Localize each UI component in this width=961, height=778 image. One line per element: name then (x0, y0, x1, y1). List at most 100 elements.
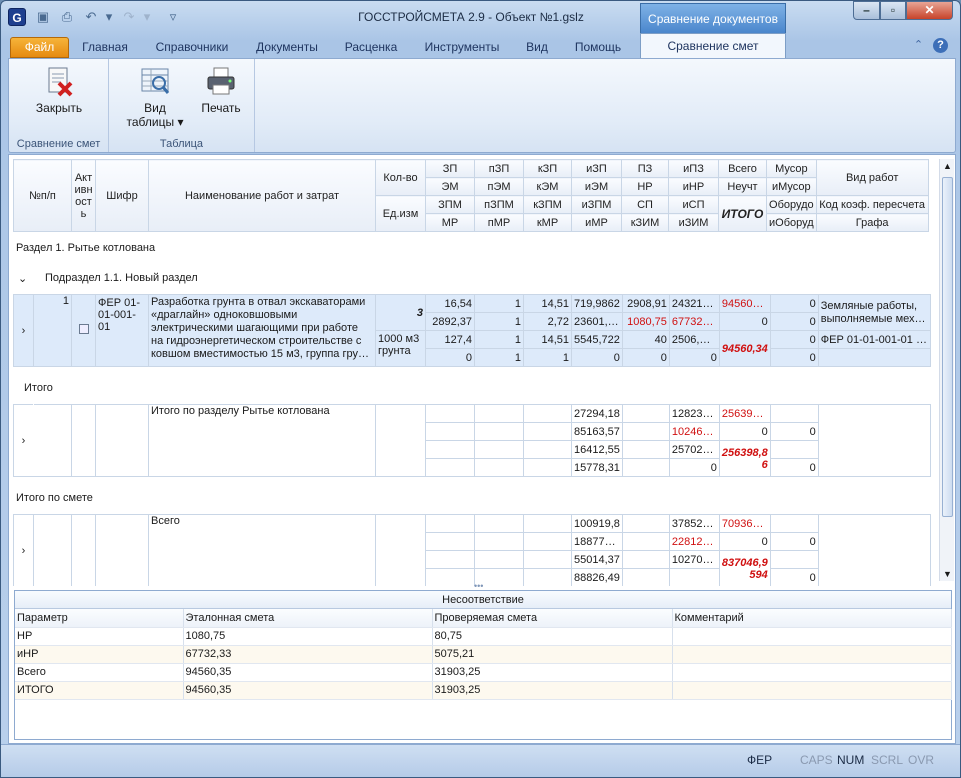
minimize-button[interactable]: – (853, 1, 880, 20)
scroll-down-icon[interactable]: ▼ (943, 569, 952, 579)
col-header[interactable]: ПЗ (621, 159, 669, 178)
tab-compare-estimates[interactable]: Сравнение смет (640, 33, 786, 58)
close-window-button[interactable]: ✕ (906, 1, 953, 20)
estimate-row-1[interactable]: › 1 ФЕР 01-01-001-01 Разработка грунта в от… (13, 294, 931, 367)
col-header[interactable]: кЗПМ (523, 195, 572, 214)
table-row[interactable]: Всего 94560,35 31903,25 (15, 663, 952, 682)
vsego-row[interactable]: › Всего 100919,8 37852… 70936… 18877… 22812… 0… (13, 514, 931, 586)
col-header[interactable]: Всего (718, 159, 767, 178)
scroll-up-icon[interactable]: ▲ (943, 161, 952, 171)
col-header-code[interactable]: Шифр (95, 159, 149, 232)
save-icon[interactable]: ▣ (35, 9, 51, 25)
undo-dropdown-icon[interactable]: ▾ (101, 9, 117, 25)
col-header[interactable]: НР (621, 177, 669, 196)
tab-home[interactable]: Главная (74, 37, 136, 58)
col-header[interactable]: пМР (474, 213, 524, 232)
cell (523, 440, 572, 459)
mm-col-header[interactable]: Параметр (15, 609, 184, 628)
col-header-work-type[interactable]: Вид работ (815, 159, 929, 196)
collapse-ribbon-icon[interactable]: ⌃ (911, 38, 926, 53)
redo-dropdown-icon[interactable]: ▾ (139, 9, 155, 25)
col-header[interactable]: иОборуд (766, 213, 817, 232)
row-expander-icon[interactable]: › (13, 404, 34, 477)
col-header[interactable]: иЗП (571, 159, 622, 178)
col-header[interactable]: иПЗ (668, 159, 719, 178)
col-header-num[interactable]: №п/п (13, 159, 72, 232)
col-header[interactable]: СП (621, 195, 669, 214)
table-view-button[interactable]: Вид таблицы ▾ (123, 63, 187, 129)
tab-help[interactable]: Помощь (564, 37, 632, 58)
col-header[interactable]: Оборудо (766, 195, 817, 214)
app-window: G ▣ ⎙ ↶ ▾ ↷ ▾ ▿ ГОССТРОЙСМЕТА 2.9 - Объе… (0, 0, 961, 778)
col-header[interactable]: ЗПМ (425, 195, 475, 214)
col-header[interactable]: пЗПМ (474, 195, 524, 214)
customize-qa-icon[interactable]: ▿ (165, 9, 181, 25)
cell: 1 (474, 348, 524, 367)
col-header-active[interactable]: Акт ивн ост ь (71, 159, 96, 232)
section-itogo[interactable]: Итого (24, 382, 53, 394)
col-header[interactable]: иЗИМ (668, 213, 719, 232)
cell (523, 514, 572, 533)
col-header[interactable]: иМР (571, 213, 622, 232)
redo-icon[interactable]: ↷ (121, 9, 137, 25)
col-header[interactable]: кЗП (523, 159, 572, 178)
active-checkbox[interactable] (71, 294, 96, 367)
tab-tools[interactable]: Инструменты (415, 37, 509, 58)
section-podrazdel[interactable]: Подраздел 1.1. Новый раздел (45, 272, 198, 284)
close-compare-button[interactable]: Закрыть (25, 63, 93, 115)
col-header[interactable]: кЭМ (523, 177, 572, 196)
tab-rate[interactable]: Расценка (335, 37, 407, 58)
col-header-qty[interactable]: Кол-во (375, 159, 426, 196)
col-header[interactable]: пЭМ (474, 177, 524, 196)
cell (523, 568, 572, 586)
table-row[interactable]: НР 1080,75 80,75 (15, 627, 952, 646)
col-header[interactable]: иМусор (766, 177, 817, 196)
cell: 1 (474, 312, 524, 331)
expand-chevron-icon[interactable]: ⌄ (18, 272, 27, 285)
mm-col-header[interactable]: Эталонная смета (183, 609, 433, 628)
maximize-button[interactable]: ▫ (880, 1, 906, 20)
col-header[interactable]: Неучт (718, 177, 767, 196)
undo-icon[interactable]: ↶ (83, 9, 99, 25)
tab-documents[interactable]: Документы (246, 37, 328, 58)
col-header[interactable]: иЭМ (571, 177, 622, 196)
col-header[interactable]: Мусор (766, 159, 817, 178)
row-expander-icon[interactable]: › (13, 514, 34, 586)
mm-col-header[interactable]: Проверяемая смета (432, 609, 673, 628)
cell (425, 514, 475, 533)
cell: 15778,31 (571, 458, 623, 477)
grid-vertical-scrollbar[interactable]: ▲ ▼ (939, 159, 954, 581)
col-header[interactable]: ЭМ (425, 177, 475, 196)
scroll-thumb[interactable] (942, 177, 953, 517)
section-razdel[interactable]: Раздел 1. Рытье котлована (16, 242, 155, 254)
help-icon[interactable]: ? (933, 38, 948, 53)
col-header-name[interactable]: Наименование работ и затрат (148, 159, 376, 232)
tab-view[interactable]: Вид (516, 37, 558, 58)
print-icon[interactable]: ⎙ (59, 9, 75, 25)
col-header[interactable]: МР (425, 213, 475, 232)
col-header[interactable]: иНР (668, 177, 719, 196)
cell: 0 (769, 294, 819, 313)
section-itogo-smeta[interactable]: Итого по смете (16, 492, 93, 504)
col-header-unit[interactable]: Ед.изм (375, 195, 426, 232)
col-header-itogo[interactable]: ИТОГО (718, 195, 767, 232)
col-header[interactable]: Код коэф. пересчета (815, 195, 929, 214)
col-header[interactable]: иСП (668, 195, 719, 214)
col-header[interactable]: пЗП (474, 159, 524, 178)
tab-file[interactable]: Файл (10, 37, 69, 58)
table-row[interactable]: иНР 67732,33 5075,21 (15, 645, 952, 664)
cell: 719,9862 (571, 294, 623, 313)
itogo-razdel-row[interactable]: › Итого по разделу Рытье котлована 27294,1… (13, 404, 931, 477)
col-header[interactable]: Графа (815, 213, 929, 232)
mm-col-header[interactable]: Комментарий (672, 609, 952, 628)
col-header[interactable]: кМР (523, 213, 572, 232)
print-button[interactable]: Печать (193, 63, 249, 115)
col-header[interactable]: иЗПМ (571, 195, 622, 214)
row-expander-icon[interactable]: › (13, 294, 34, 367)
col-header[interactable]: ЗП (425, 159, 475, 178)
app-icon[interactable]: G (8, 8, 26, 26)
status-fer[interactable]: ФЕР (747, 753, 772, 767)
col-header[interactable]: кЗИМ (621, 213, 669, 232)
table-row[interactable]: ИТОГО 94560,35 31903,25 (15, 681, 952, 700)
tab-references[interactable]: Справочники (145, 37, 239, 58)
